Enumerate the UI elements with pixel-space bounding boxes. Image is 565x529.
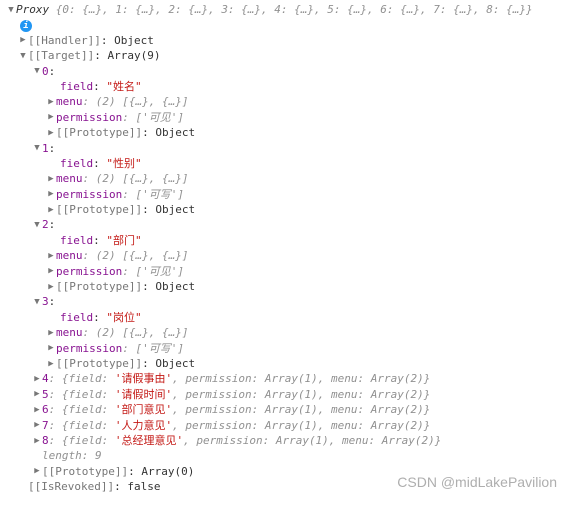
property-permission[interactable]: permission: ['可见'] [4,264,561,279]
expand-icon[interactable] [32,465,42,478]
target-row[interactable]: [[Target]]: Array(9) [4,48,561,63]
info-row[interactable]: i [4,17,561,32]
expand-icon[interactable] [46,281,56,294]
property-prototype[interactable]: [[Prototype]]: Object [4,279,561,294]
array-item[interactable]: 2: [4,217,561,232]
expand-icon[interactable] [18,34,28,47]
array-item[interactable]: 3: [4,294,561,309]
property-field: field: "部门" [4,233,561,248]
property-field: field: "性别" [4,156,561,171]
expand-icon[interactable] [32,219,42,232]
expand-icon[interactable] [46,173,56,186]
property-field: field: "姓名" [4,79,561,94]
property-menu[interactable]: menu: (2) [{…}, {…}] [4,325,561,340]
expand-icon[interactable] [32,65,42,78]
expand-icon[interactable] [46,265,56,278]
array-item[interactable]: 1: [4,141,561,156]
expand-icon[interactable] [32,373,42,386]
info-icon[interactable]: i [20,20,32,32]
expand-icon[interactable] [46,96,56,109]
isrevoked-row: [[IsRevoked]]: false [4,479,561,494]
expand-icon[interactable] [18,50,28,63]
expand-icon[interactable] [46,111,56,124]
property-permission[interactable]: permission: ['可写'] [4,341,561,356]
property-field: field: "岗位" [4,310,561,325]
expand-icon[interactable] [32,142,42,155]
array-item-collapsed[interactable]: 8: {field: '总经理意见', permission: Array(1)… [4,433,561,448]
expand-icon[interactable] [32,388,42,401]
array-item-collapsed[interactable]: 5: {field: '请假时间', permission: Array(1),… [4,387,561,402]
expand-icon[interactable] [32,404,42,417]
expand-icon[interactable] [46,188,56,201]
property-prototype[interactable]: [[Prototype]]: Object [4,356,561,371]
property-menu[interactable]: menu: (2) [{…}, {…}] [4,94,561,109]
property-menu[interactable]: menu: (2) [{…}, {…}] [4,171,561,186]
proxy-header[interactable]: Proxy {0: {…}, 1: {…}, 2: {…}, 3: {…}, 4… [4,2,561,17]
expand-icon[interactable] [32,435,42,448]
target-prototype-row[interactable]: [[Prototype]]: Array(0) [4,464,561,479]
array-item-collapsed[interactable]: 6: {field: '部门意见', permission: Array(1),… [4,402,561,417]
array-item-collapsed[interactable]: 4: {field: '请假事由', permission: Array(1),… [4,371,561,386]
expand-icon[interactable] [6,4,16,17]
length-row: length: 9 [4,448,561,463]
property-permission[interactable]: permission: ['可写'] [4,187,561,202]
property-menu[interactable]: menu: (2) [{…}, {…}] [4,248,561,263]
expand-icon[interactable] [32,296,42,309]
expand-icon[interactable] [46,127,56,140]
array-item[interactable]: 0: [4,64,561,79]
property-prototype[interactable]: [[Prototype]]: Object [4,125,561,140]
expand-icon[interactable] [46,342,56,355]
handler-row[interactable]: [[Handler]]: Object [4,33,561,48]
expand-icon[interactable] [46,250,56,263]
array-item-collapsed[interactable]: 7: {field: '人力意见', permission: Array(1),… [4,418,561,433]
expand-icon[interactable] [32,419,42,432]
expand-icon[interactable] [46,327,56,340]
expand-icon[interactable] [46,358,56,371]
property-prototype[interactable]: [[Prototype]]: Object [4,202,561,217]
expand-icon[interactable] [46,204,56,217]
property-permission[interactable]: permission: ['可见'] [4,110,561,125]
